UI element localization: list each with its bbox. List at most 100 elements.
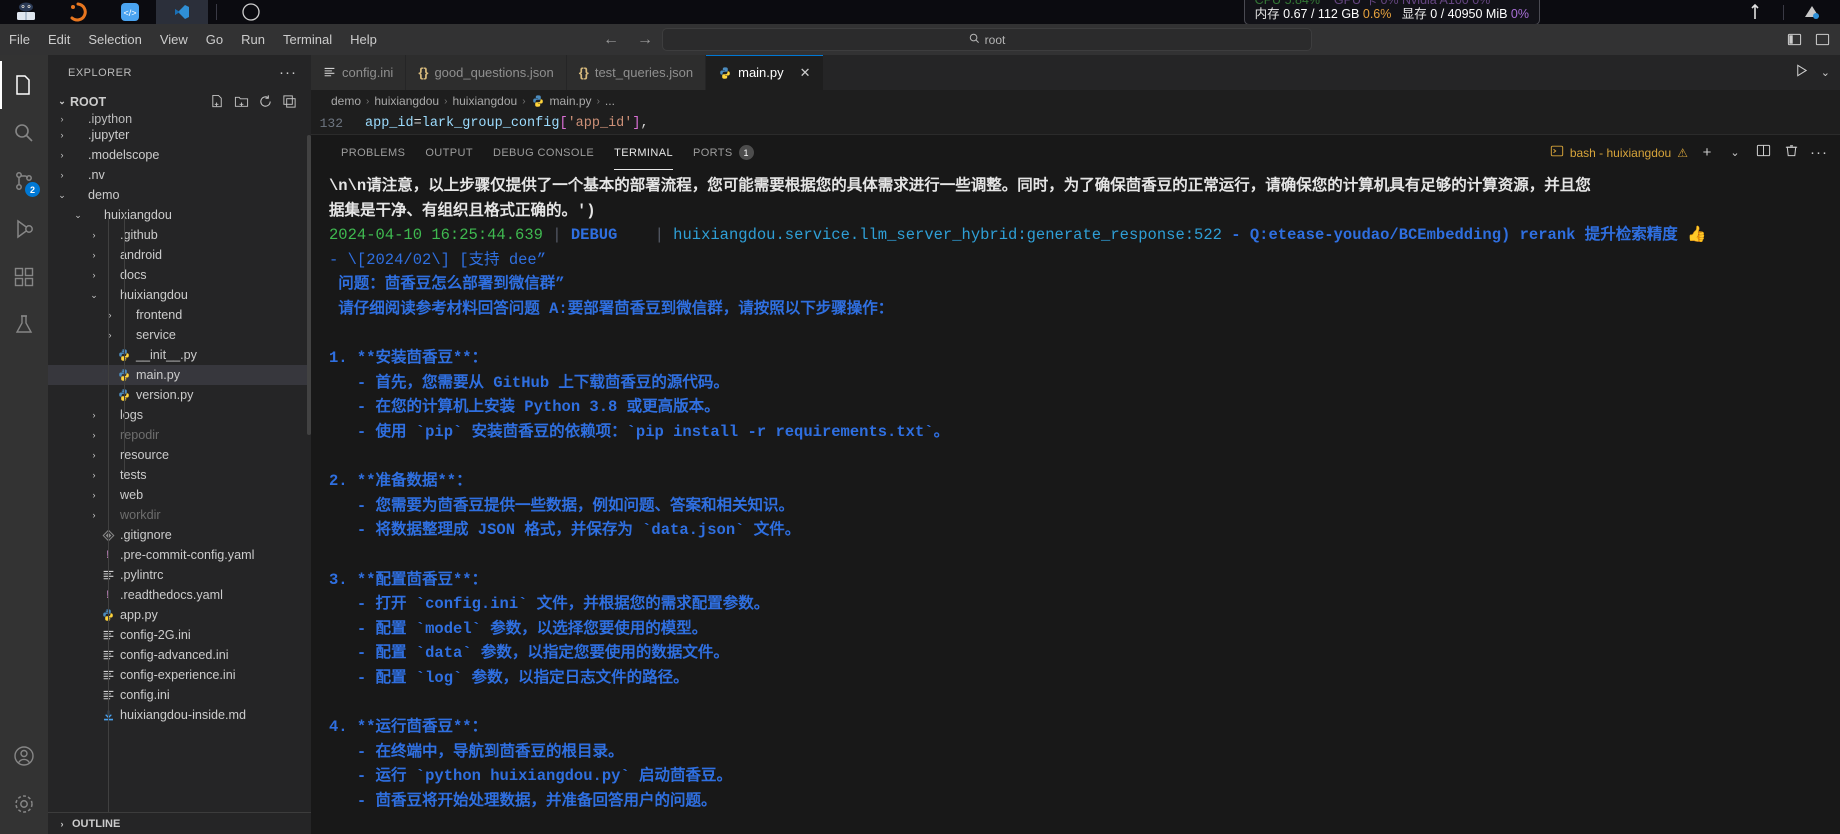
tree-file-config-experience-ini[interactable]: config-experience.ini <box>48 665 311 685</box>
command-center[interactable]: root <box>662 28 1312 51</box>
tree-folder-android[interactable]: › android <box>48 245 311 265</box>
explorer-more-icon[interactable]: ··· <box>273 64 303 81</box>
tree-folder-web[interactable]: › web <box>48 485 311 505</box>
tree-folder--modelscope[interactable]: › .modelscope <box>48 145 311 165</box>
network-icon[interactable] <box>1727 0 1783 24</box>
menu-help[interactable]: Help <box>341 29 386 50</box>
tree-folder-frontend[interactable]: › frontend <box>48 305 311 325</box>
code-line[interactable]: app_id=lark_group_config['app_id'], <box>365 116 649 131</box>
tree-folder-huixiangdou[interactable]: ⌄ huixiangdou <box>48 205 311 225</box>
panel-more-icon[interactable]: ··· <box>1810 144 1828 161</box>
outline-section-header[interactable]: › OUTLINE <box>48 812 311 834</box>
new-folder-icon[interactable] <box>231 92 251 112</box>
terminal-output[interactable]: \n\n请注意，以上步骤仅提供了一个基本的部署流程，您可能需要根据您的具体需求进… <box>311 170 1840 834</box>
breadcrumb-item[interactable]: huixiangdou <box>374 94 439 108</box>
run-python-file-icon[interactable] <box>1794 63 1809 83</box>
terminal-instance-name[interactable]: bash - huixiangdou ⚠ <box>1550 144 1688 161</box>
editor-tab-config-ini[interactable]: config.ini <box>311 55 407 90</box>
chevron-right-icon[interactable]: › <box>104 330 116 340</box>
split-editor-icon[interactable]: ⌄ <box>1821 66 1830 79</box>
tree-folder-service[interactable]: › service <box>48 325 311 345</box>
sidebar-item-explorer[interactable] <box>0 61 48 109</box>
chevron-right-icon[interactable]: › <box>56 150 68 160</box>
panel-tab-debug-console[interactable]: DEBUG CONSOLE <box>483 135 604 170</box>
compass-icon[interactable] <box>225 0 277 24</box>
chevron-right-icon[interactable]: › <box>88 410 100 420</box>
menu-view[interactable]: View <box>151 29 197 50</box>
tree-file-version-py[interactable]: version.py <box>48 385 311 405</box>
chevron-right-icon[interactable]: › <box>88 510 100 520</box>
code-snippet-icon[interactable]: </> <box>104 0 156 24</box>
tree-folder-huixiangdou[interactable]: ⌄ huixiangdou <box>48 285 311 305</box>
tree-folder--github[interactable]: › .github <box>48 225 311 245</box>
breadcrumb-item[interactable]: ... <box>605 94 615 108</box>
breadcrumb-item[interactable]: main.py <box>550 94 592 108</box>
refresh-icon[interactable] <box>255 92 275 112</box>
menu-terminal[interactable]: Terminal <box>274 29 341 50</box>
breadcrumb-item[interactable]: huixiangdou <box>452 94 517 108</box>
toggle-panel-icon[interactable] <box>1780 24 1808 55</box>
customize-layout-icon[interactable] <box>1808 24 1836 55</box>
split-terminal-icon[interactable] <box>1754 143 1772 162</box>
menu-go[interactable]: Go <box>197 29 232 50</box>
go-back-icon[interactable]: ← <box>600 31 622 49</box>
chevron-right-icon[interactable]: › <box>88 430 100 440</box>
tree-file-config-ini[interactable]: config.ini <box>48 685 311 705</box>
go-forward-icon[interactable]: → <box>634 31 656 49</box>
tree-folder--jupyter[interactable]: › .jupyter <box>48 125 311 145</box>
tree-file-config-advanced-ini[interactable]: config-advanced.ini <box>48 645 311 665</box>
browser-icon[interactable] <box>52 0 104 24</box>
breadcrumb-item[interactable]: demo <box>331 94 361 108</box>
tree-folder-logs[interactable]: › logs <box>48 405 311 425</box>
tree-folder--nv[interactable]: › .nv <box>48 165 311 185</box>
tree-folder-workdir[interactable]: › workdir <box>48 505 311 525</box>
editor-tab-main-py[interactable]: main.py ✕ <box>706 55 824 90</box>
chevron-right-icon[interactable]: › <box>88 450 100 460</box>
chevron-right-icon[interactable]: › <box>88 270 100 280</box>
tree-folder-resource[interactable]: › resource <box>48 445 311 465</box>
panel-tab-ports[interactable]: PORTS 1 <box>683 135 764 170</box>
chevron-down-icon[interactable]: ⌄ <box>56 190 68 201</box>
kill-terminal-icon[interactable] <box>1782 143 1800 162</box>
terminal-dropdown-icon[interactable]: ⌄ <box>1726 146 1744 159</box>
panel-tab-terminal[interactable]: TERMINAL <box>604 135 683 170</box>
editor-tab-test-queries-json[interactable]: {} test_queries.json <box>566 55 707 90</box>
chevron-down-icon[interactable]: ⌄ <box>88 290 100 301</box>
panel-tab-problems[interactable]: PROBLEMS <box>331 135 415 170</box>
menu-selection[interactable]: Selection <box>79 29 150 50</box>
tree-folder-docs[interactable]: › docs <box>48 265 311 285</box>
root-folder-row[interactable]: ⌄ ROOT <box>48 90 311 113</box>
jupyter-icon[interactable] <box>0 0 52 24</box>
tree-file-huixiangdou-inside-md[interactable]: huixiangdou-inside.md <box>48 705 311 725</box>
tree-folder-repodir[interactable]: › repodir <box>48 425 311 445</box>
chevron-right-icon[interactable]: › <box>88 250 100 260</box>
tree-file-config-2g-ini[interactable]: config-2G.ini <box>48 625 311 645</box>
chevron-down-icon[interactable]: ⌄ <box>72 210 84 221</box>
tree-folder-tests[interactable]: › tests <box>48 465 311 485</box>
warning-icon[interactable]: ⚠ <box>1677 146 1688 160</box>
tree-file--readthedocs-yaml[interactable]: !.readthedocs.yaml <box>48 585 311 605</box>
system-tray-icon[interactable] <box>1784 0 1840 24</box>
tree-file--pre-commit-config-yaml[interactable]: !.pre-commit-config.yaml <box>48 545 311 565</box>
settings-gear-icon[interactable] <box>0 780 48 828</box>
collapse-all-icon[interactable] <box>279 92 299 112</box>
tree-file--gitignore[interactable]: .gitignore <box>48 525 311 545</box>
menu-run[interactable]: Run <box>232 29 274 50</box>
tree-folder--ipython[interactable]: › .ipython <box>48 113 311 125</box>
new-file-icon[interactable] <box>207 92 227 112</box>
chevron-right-icon[interactable]: › <box>104 310 116 320</box>
chevron-right-icon[interactable]: › <box>56 130 68 140</box>
tree-file-app-py[interactable]: app.py <box>48 605 311 625</box>
tree-folder-demo[interactable]: ⌄ demo <box>48 185 311 205</box>
chevron-right-icon[interactable]: › <box>88 490 100 500</box>
accounts-icon[interactable] <box>0 732 48 780</box>
panel-tab-output[interactable]: OUTPUT <box>415 135 483 170</box>
sidebar-item-extensions[interactable] <box>0 253 48 301</box>
chevron-right-icon[interactable]: › <box>56 170 68 180</box>
menu-edit[interactable]: Edit <box>39 29 79 50</box>
sidebar-item-testing[interactable] <box>0 301 48 349</box>
tree-file---init---py[interactable]: __init__.py <box>48 345 311 365</box>
menu-file[interactable]: File <box>0 29 39 50</box>
tree-file-main-py[interactable]: main.py <box>48 365 311 385</box>
editor-tab-good-questions-json[interactable]: {} good_questions.json <box>406 55 567 90</box>
